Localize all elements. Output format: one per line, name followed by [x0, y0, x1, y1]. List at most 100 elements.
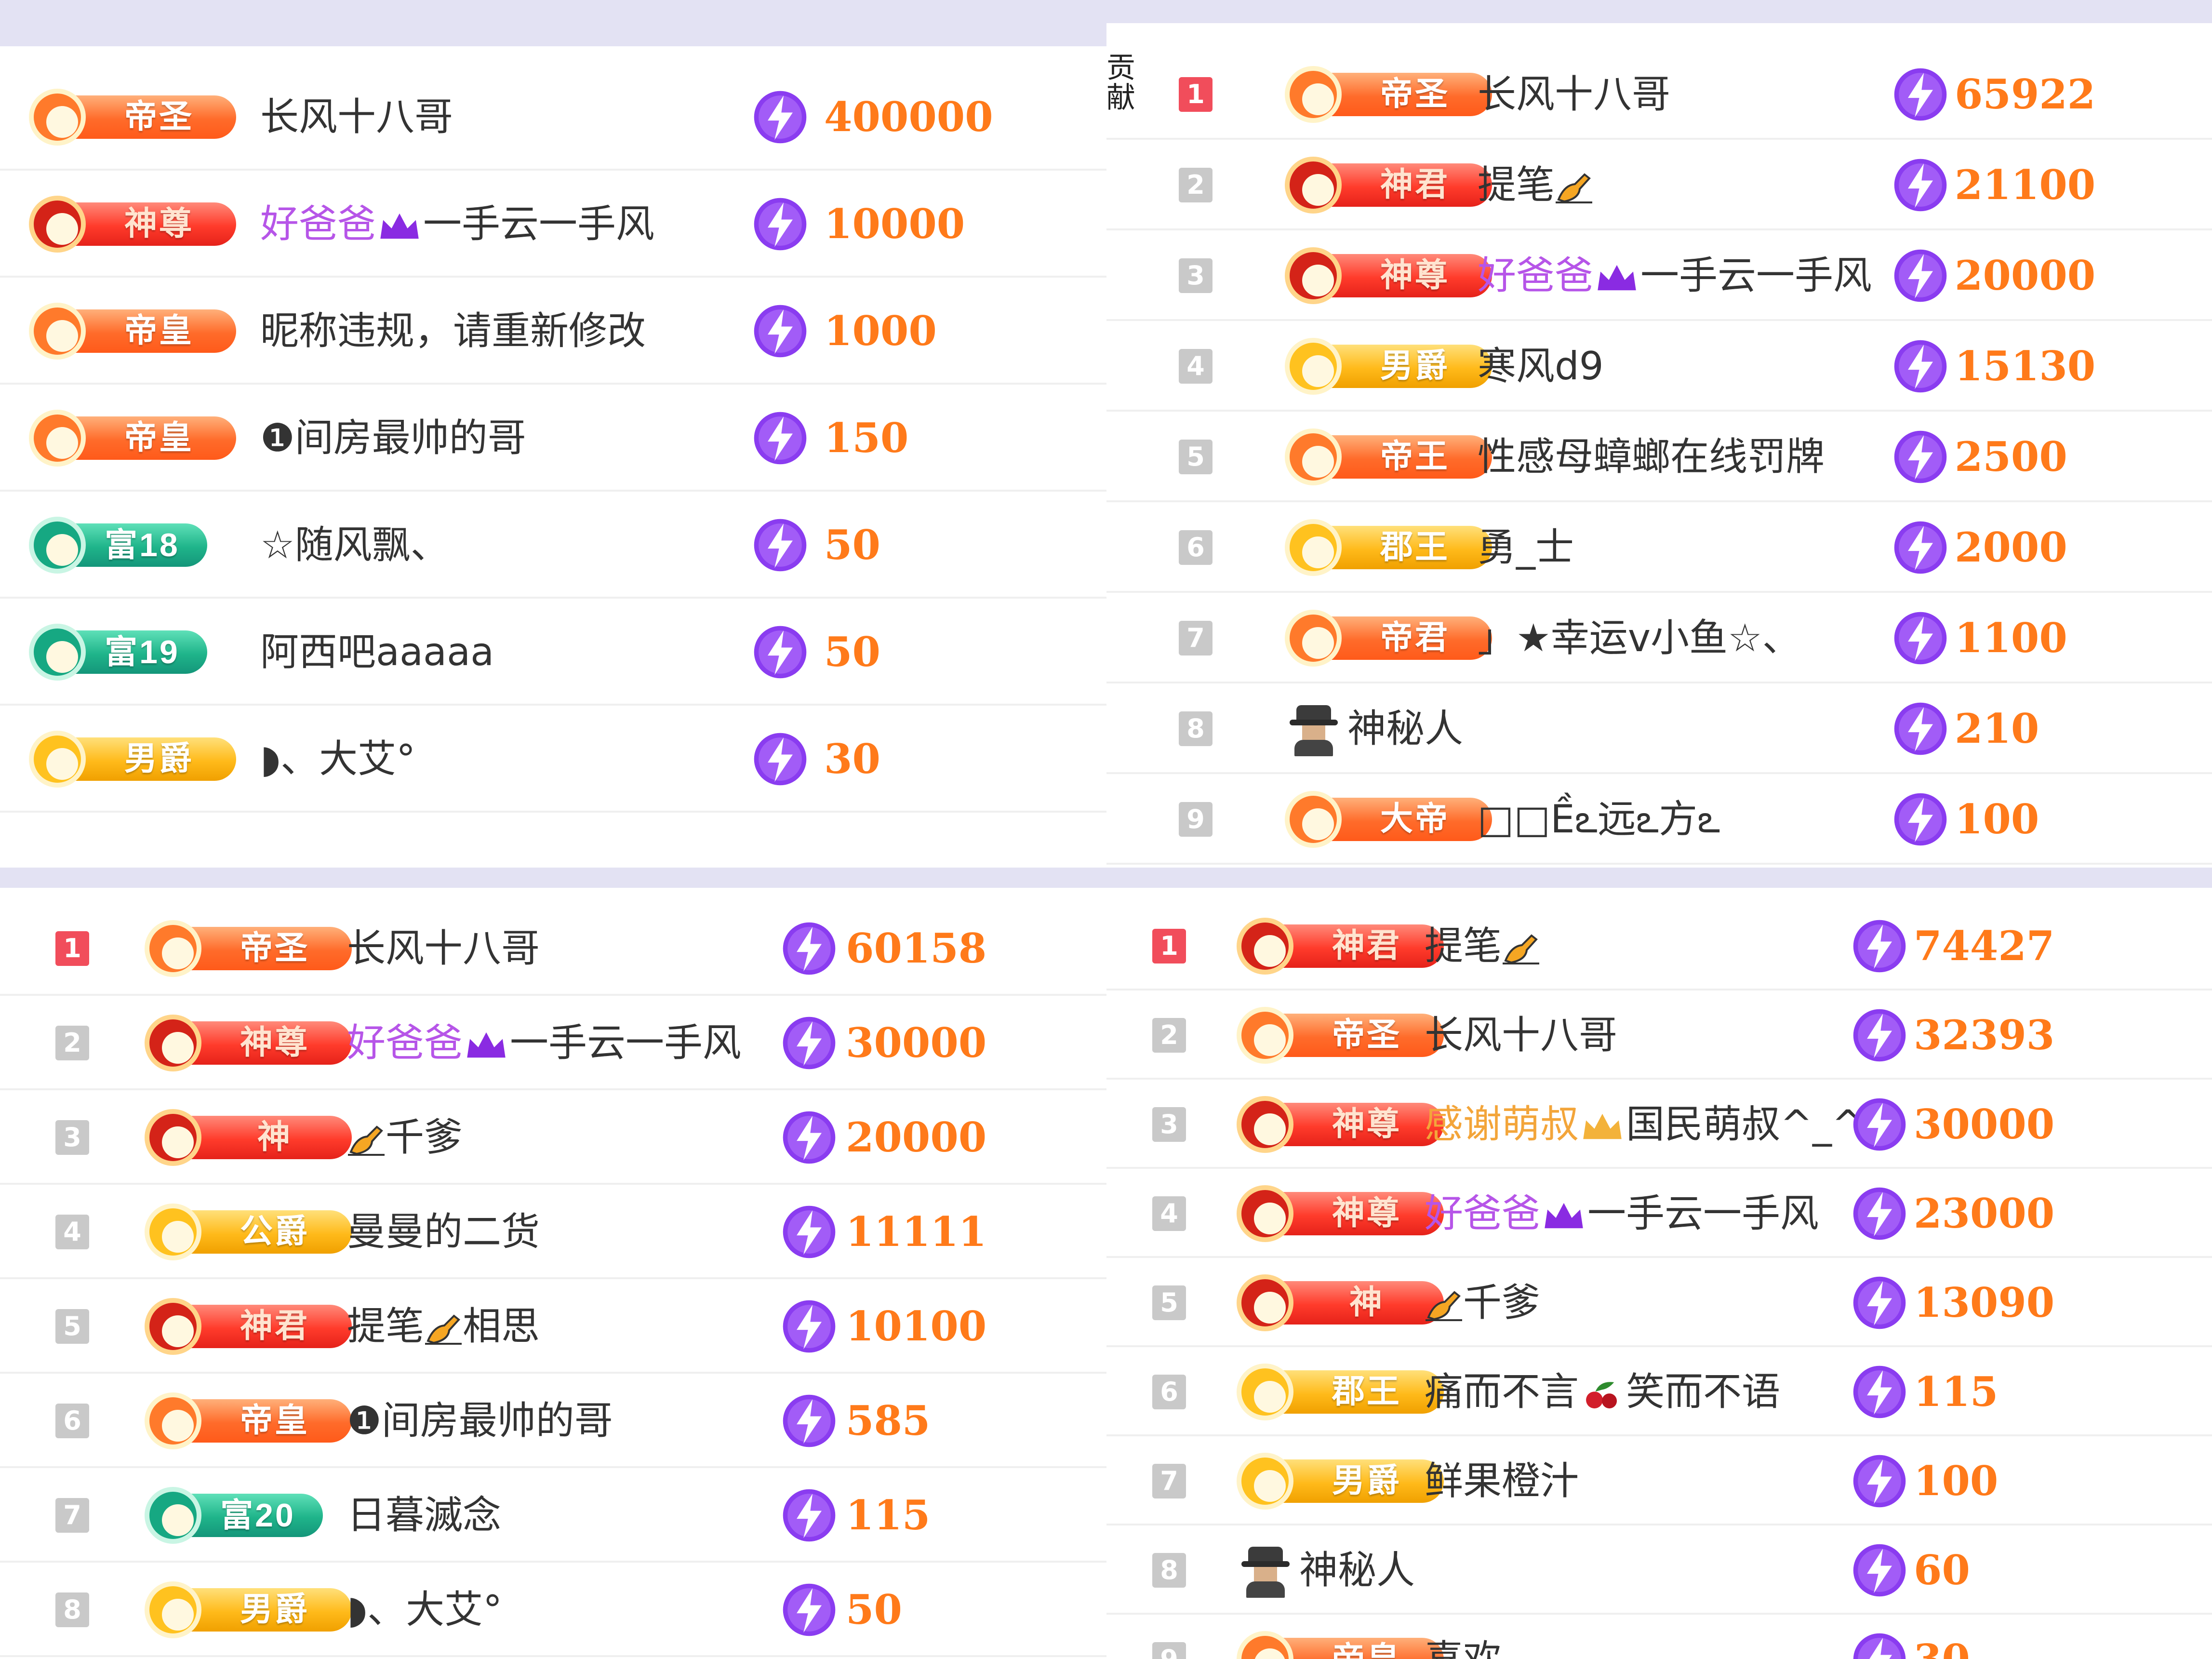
level-badge: 郡王	[1237, 1364, 1453, 1420]
user-nickname[interactable]: 性感母蟑螂在线罚牌	[1478, 428, 1825, 485]
leaderboard-row[interactable]: 3 神尊 好爸爸 一手云一手风 20000	[1106, 230, 2212, 321]
user-nickname[interactable]: ◗、大艾°	[347, 1581, 502, 1638]
user-nickname[interactable]: 喜欢、	[1425, 1631, 1540, 1659]
leaderboard-row[interactable]: 4 男爵 寒风d9 15130	[1106, 321, 2212, 412]
leaderboard-row[interactable]: 3 神 千爹 20000	[0, 1090, 1106, 1185]
panel-header-bar	[0, 0, 1106, 46]
badge-emblem-icon	[145, 920, 201, 977]
contribution-score: 30	[824, 735, 880, 783]
contribution-score: 400000	[824, 93, 993, 141]
user-nickname[interactable]: 好爸爸 一手云一手风	[260, 196, 654, 253]
user-nickname[interactable]: 千爹	[1425, 1274, 1540, 1331]
leaderboard-row[interactable]: 6 郡王 勇_士 2000	[1106, 502, 2212, 593]
user-nickname[interactable]: 长风十八哥	[260, 89, 453, 146]
leaderboard-row[interactable]: 7 帝君 」★幸运v小鱼☆、 1100	[1106, 593, 2212, 683]
writing-hand-icon	[1556, 173, 1592, 204]
user-nickname[interactable]: 阿西吧aaaaa	[260, 624, 494, 681]
badge-emblem-icon	[1285, 157, 1342, 214]
nickname-segment: 提笔	[1478, 162, 1555, 207]
user-nickname[interactable]: 痛而不言 笑而不语	[1425, 1364, 1780, 1420]
leaderboard-row[interactable]: 2 神君 提笔 21100	[1106, 140, 2212, 230]
badge-emblem-icon	[1285, 428, 1342, 485]
level-badge: 帝圣	[1285, 66, 1502, 123]
leaderboard-row[interactable]: 6 郡王 痛而不言 笑而不语 115	[1106, 1347, 2212, 1436]
rank-number: 6	[1152, 1375, 1186, 1409]
leaderboard-row[interactable]: 5 帝王 性感母蟑螂在线罚牌 2500	[1106, 412, 2212, 502]
user-nickname[interactable]: 昵称违规，请重新修改	[260, 303, 646, 360]
leaderboard-row[interactable]: 2 神尊 好爸爸 一手云一手风 30000	[0, 996, 1106, 1090]
leaderboard-row[interactable]: 帝皇 ❶间房最帅的哥 150	[0, 385, 1106, 492]
user-nickname[interactable]: 感谢萌叔 国民萌叔^_^	[1425, 1096, 1864, 1153]
user-nickname[interactable]: 鲜果橙汁	[1425, 1453, 1579, 1510]
user-nickname[interactable]: 曼曼的二货	[347, 1204, 540, 1260]
leaderboard-row[interactable]: 2 帝圣 长风十八哥 32393	[1106, 990, 2212, 1080]
level-badge: 男爵	[29, 731, 246, 788]
rank-number: 6	[1179, 530, 1213, 565]
leaderboard-row[interactable]: 帝圣 长风十八哥 400000	[0, 64, 1106, 171]
user-nickname[interactable]: 提笔	[1425, 918, 1540, 975]
level-badge: 神	[145, 1109, 361, 1166]
user-nickname[interactable]: 好爸爸 一手云一手风	[347, 1015, 741, 1071]
leaderboard-row[interactable]: 9 帝皇喜欢、 30	[1106, 1615, 2212, 1659]
contribution-score: 60158	[846, 924, 987, 972]
user-nickname[interactable]: 日暮滅念	[347, 1487, 501, 1544]
badge-emblem-icon	[1285, 247, 1342, 304]
nickname-segment: 神秘人	[1347, 706, 1463, 751]
leaderboard-row[interactable]: 富19 阿西吧aaaaa 50	[0, 599, 1106, 706]
leaderboard-row[interactable]: 1 帝圣 长风十八哥 60158	[0, 901, 1106, 996]
badge-label: 神尊	[1332, 1105, 1401, 1143]
leaderboard-row[interactable]: 8 神秘人 60	[1106, 1525, 2212, 1615]
leaderboard-row[interactable]: 帝皇 昵称违规，请重新修改 1000	[0, 278, 1106, 385]
rank-number: 3	[1152, 1107, 1186, 1142]
user-nickname[interactable]: □□Ềఽ远ఽ方ఽ	[1478, 791, 1720, 848]
leaderboard-row[interactable]: 5 神君 提笔 相思 10100	[0, 1279, 1106, 1374]
leaderboard-row[interactable]: 3 神尊 感谢萌叔 国民萌叔^_^ 30000	[1106, 1080, 2212, 1169]
user-nickname[interactable]: 长风十八哥	[1478, 66, 1670, 123]
lightning-icon	[754, 91, 807, 144]
purple-crown-icon	[1598, 265, 1636, 291]
leaderboard-row[interactable]: 5 神 千爹 13090	[1106, 1258, 2212, 1347]
user-nickname[interactable]: 神秘人	[1299, 1542, 1415, 1599]
leaderboard-row[interactable]: 9 大帝 □□Ềఽ远ఽ方ఽ 100	[1106, 774, 2212, 865]
user-nickname[interactable]: 长风十八哥	[347, 920, 540, 977]
badge-emblem-icon	[1237, 1453, 1293, 1510]
leaderboard-row[interactable]: 7 富20 日暮滅念 115	[0, 1468, 1106, 1563]
user-nickname[interactable]: 提笔	[1478, 157, 1593, 214]
leaderboard-row[interactable]: 1 神君 提笔 74427	[1106, 901, 2212, 990]
user-nickname[interactable]: 」★幸运v小鱼☆、	[1478, 610, 1801, 667]
user-nickname[interactable]: 好爸爸 一手云一手风	[1478, 247, 1872, 304]
user-nickname[interactable]: ◗、大艾°	[260, 731, 415, 788]
badge-label: 神君	[1380, 166, 1450, 204]
leaderboard-row[interactable]: 6 帝皇 ❶间房最帅的哥 585	[0, 1374, 1106, 1468]
badge-emblem-icon	[29, 517, 86, 574]
level-badge: 帝皇	[145, 1392, 361, 1449]
leaderboard-row[interactable]: 神尊 好爸爸 一手云一手风 10000	[0, 171, 1106, 278]
leaderboard-row[interactable]: 富18 ☆随风飘、 50	[0, 492, 1106, 599]
user-nickname[interactable]: ❶间房最帅的哥	[260, 410, 526, 467]
badge-emblem-icon	[1285, 66, 1342, 123]
badge-label: 男爵	[1332, 1462, 1401, 1500]
user-nickname[interactable]: 神秘人	[1347, 700, 1463, 757]
leaderboard-row[interactable]: 8 男爵 ◗、大艾° 50	[0, 1563, 1106, 1657]
lightning-icon	[1894, 612, 1947, 665]
level-badge: 帝圣	[145, 920, 361, 977]
lightning-icon	[783, 1300, 836, 1353]
badge-emblem-icon	[145, 1581, 201, 1638]
leaderboard-row[interactable]: 男爵 ◗、大艾° 30	[0, 706, 1106, 813]
user-nickname[interactable]: ❶间房最帅的哥	[347, 1392, 613, 1449]
badge-emblem-icon	[29, 303, 86, 360]
leaderboard-row[interactable]: 4 神尊 好爸爸 一手云一手风 23000	[1106, 1169, 2212, 1258]
user-nickname[interactable]: 寒风d9	[1478, 338, 1604, 395]
user-nickname[interactable]: 提笔 相思	[347, 1298, 540, 1355]
badge-label: 神尊	[124, 205, 194, 243]
purple-crown-icon	[467, 1032, 506, 1058]
user-nickname[interactable]: 勇_士	[1478, 519, 1574, 576]
leaderboard-row[interactable]: 7 男爵 鲜果橙汁 100	[1106, 1436, 2212, 1525]
user-nickname[interactable]: 千爹	[347, 1109, 463, 1166]
leaderboard-row[interactable]: 8 神秘人 210	[1106, 683, 2212, 774]
user-nickname[interactable]: 长风十八哥	[1425, 1007, 1617, 1064]
user-nickname[interactable]: 好爸爸 一手云一手风	[1425, 1185, 1819, 1242]
user-nickname[interactable]: ☆随风飘、	[260, 517, 449, 574]
leaderboard-row[interactable]: 1 帝圣 长风十八哥 65922	[1106, 49, 2212, 140]
leaderboard-row[interactable]: 4 公爵 曼曼的二货 11111	[0, 1185, 1106, 1279]
